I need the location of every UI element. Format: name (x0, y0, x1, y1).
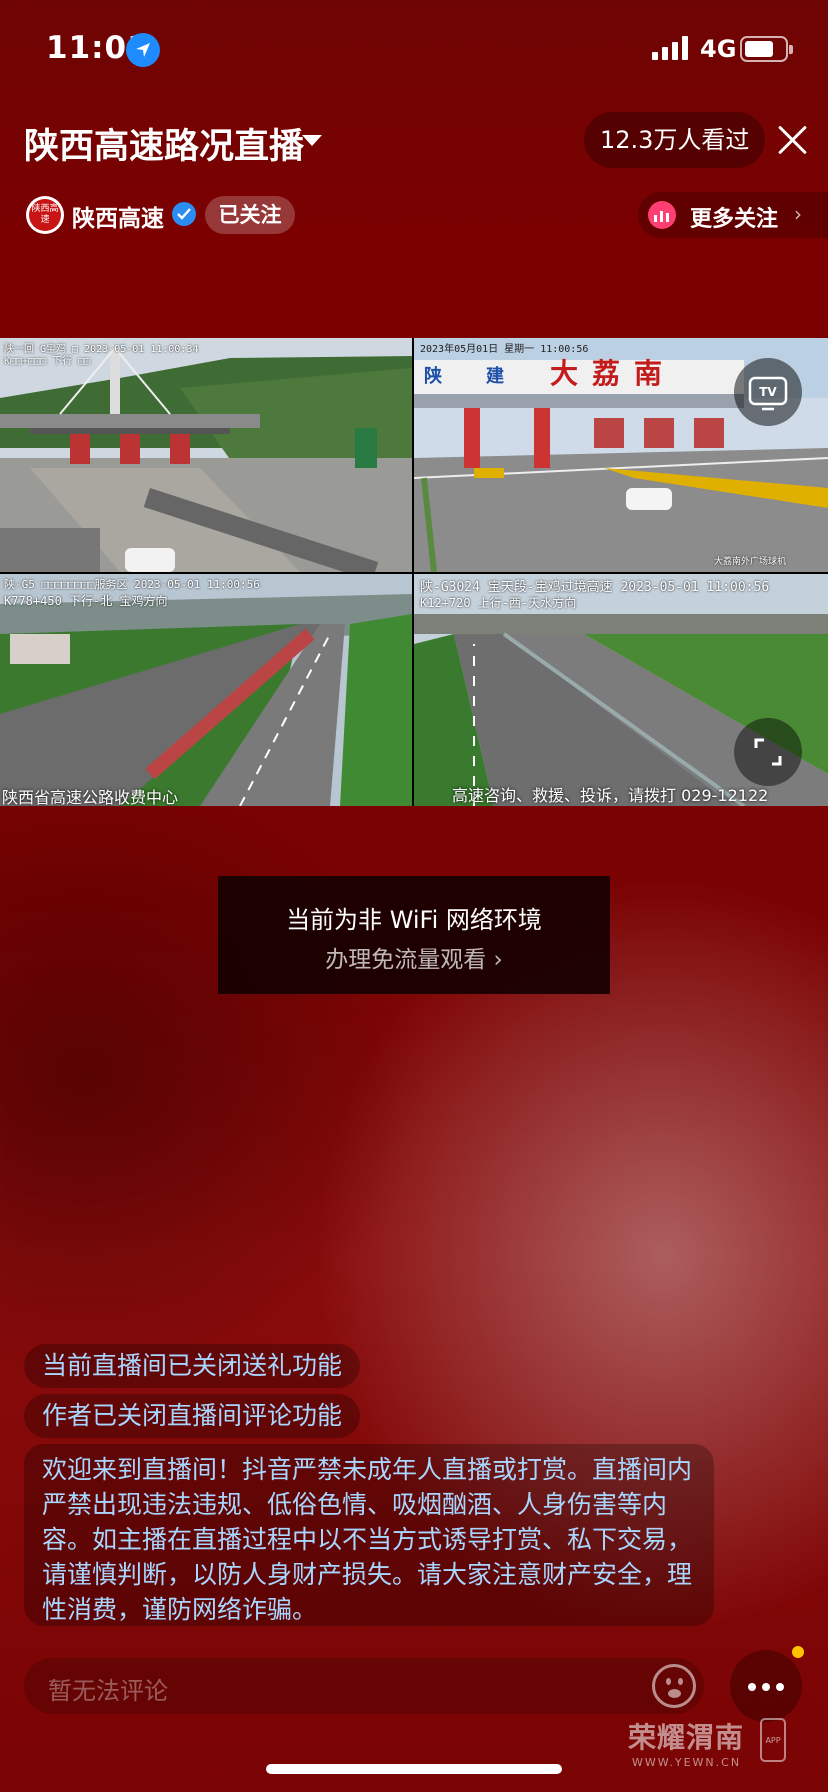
emoji-icon[interactable] (652, 1664, 696, 1708)
location-arrow-icon (126, 33, 160, 67)
watermark-app-icon: APP (760, 1718, 786, 1762)
cam3-osd-sub: K778+450 下行-北 宝鸡方向 (4, 594, 168, 608)
tv-icon: TV (748, 376, 788, 411)
home-indicator[interactable] (266, 1764, 562, 1774)
cam3-footer: 陕西省高速公路收费中心 (2, 788, 179, 806)
plaza-sign-left: 陕 (424, 366, 442, 387)
notification-dot (792, 1646, 804, 1658)
anchor-name[interactable]: 陕西高速 (72, 199, 164, 233)
followed-button[interactable]: 已关注 (205, 196, 295, 234)
more-options-button[interactable] (730, 1650, 802, 1722)
network-type: 4G (700, 35, 737, 63)
comment-input[interactable]: 暂无法评论 (24, 1658, 704, 1714)
non-wifi-message: 当前为非 WiFi 网络环境 (286, 906, 542, 934)
fullscreen-icon (754, 738, 782, 766)
verified-badge-icon (172, 202, 196, 226)
chevron-down-icon[interactable] (302, 135, 322, 146)
viewer-count[interactable]: 12.3万人看过 (584, 112, 766, 168)
battery-icon (740, 36, 793, 62)
plaza-sign-mid: 建 (486, 366, 504, 387)
status-bar: 11:01 4G (0, 0, 828, 100)
cam4-osd: 陕-G3024 宝天段-宝鸡过境高速 2023-05-01 11:00:56 (420, 580, 770, 595)
close-icon[interactable] (776, 124, 808, 156)
plaza-sign-right: 大荔南 (550, 357, 677, 390)
watermark-logo: 荣耀渭南 WWW.YEWN.CN APP (628, 1716, 788, 1776)
live-video-player[interactable]: 陕一回 G宝鸡 □ 2023-05-01 11:00:34 K□□+□□□ 下行… (0, 338, 828, 806)
non-wifi-notice[interactable]: 当前为非 WiFi 网络环境 办理免流量观看 › (218, 876, 610, 994)
camera-feed-3: 陕-G5 □□□□□□□□服务区 2023-05-01 11:00:56 K77… (0, 574, 412, 806)
more-follow-button[interactable]: 更多关注 › (638, 192, 828, 238)
comment-disabled-message: 作者已关闭直播间评论功能 (24, 1394, 361, 1438)
cast-tv-button[interactable]: TV (734, 358, 802, 426)
watermark-url: WWW.YEWN.CN (632, 1756, 742, 1769)
cam4-osd-sub: K12+720 上行-西-天水方向 (420, 596, 577, 610)
toll-station-scene (0, 338, 412, 572)
cam1-osd-sub: K□□+□□□ 下行 □□ (4, 356, 91, 367)
gift-disabled-message: 当前直播间已关闭送礼功能 (24, 1344, 361, 1388)
free-data-link[interactable]: 办理免流量观看 › (218, 940, 610, 974)
live-room-title[interactable]: 陕西高速路况直播 (24, 118, 304, 169)
more-follow-label: 更多关注 (690, 207, 779, 232)
cam4-footer: 高速咨询、救援、投诉，请拨打 029-12122 (452, 786, 769, 805)
svg-text:TV: TV (759, 385, 777, 399)
cellular-signal-icon (652, 36, 688, 60)
fullscreen-button[interactable] (734, 718, 802, 786)
chevron-right-icon: › (794, 202, 802, 226)
comment-placeholder: 暂无法评论 (48, 1677, 168, 1705)
camera-feed-1: 陕一回 G宝鸡 □ 2023-05-01 11:00:34 K□□+□□□ 下行… (0, 338, 412, 572)
welcome-notice: 欢迎来到直播间！抖音严禁未成年人直播或打赏。直播间内严禁出现违法违规、低俗色情、… (24, 1444, 714, 1626)
cam2-footer: 大荔南外广场球机 (714, 557, 787, 567)
anchor-avatar[interactable]: 陕西高速 (26, 196, 64, 234)
live-bars-icon (648, 201, 676, 229)
watermark-title: 荣耀渭南 (628, 1721, 745, 1754)
cam3-osd: 陕-G5 □□□□□□□□服务区 2023-05-01 11:00:56 (4, 578, 260, 591)
avatar-text: 陕西高速 (29, 199, 61, 231)
